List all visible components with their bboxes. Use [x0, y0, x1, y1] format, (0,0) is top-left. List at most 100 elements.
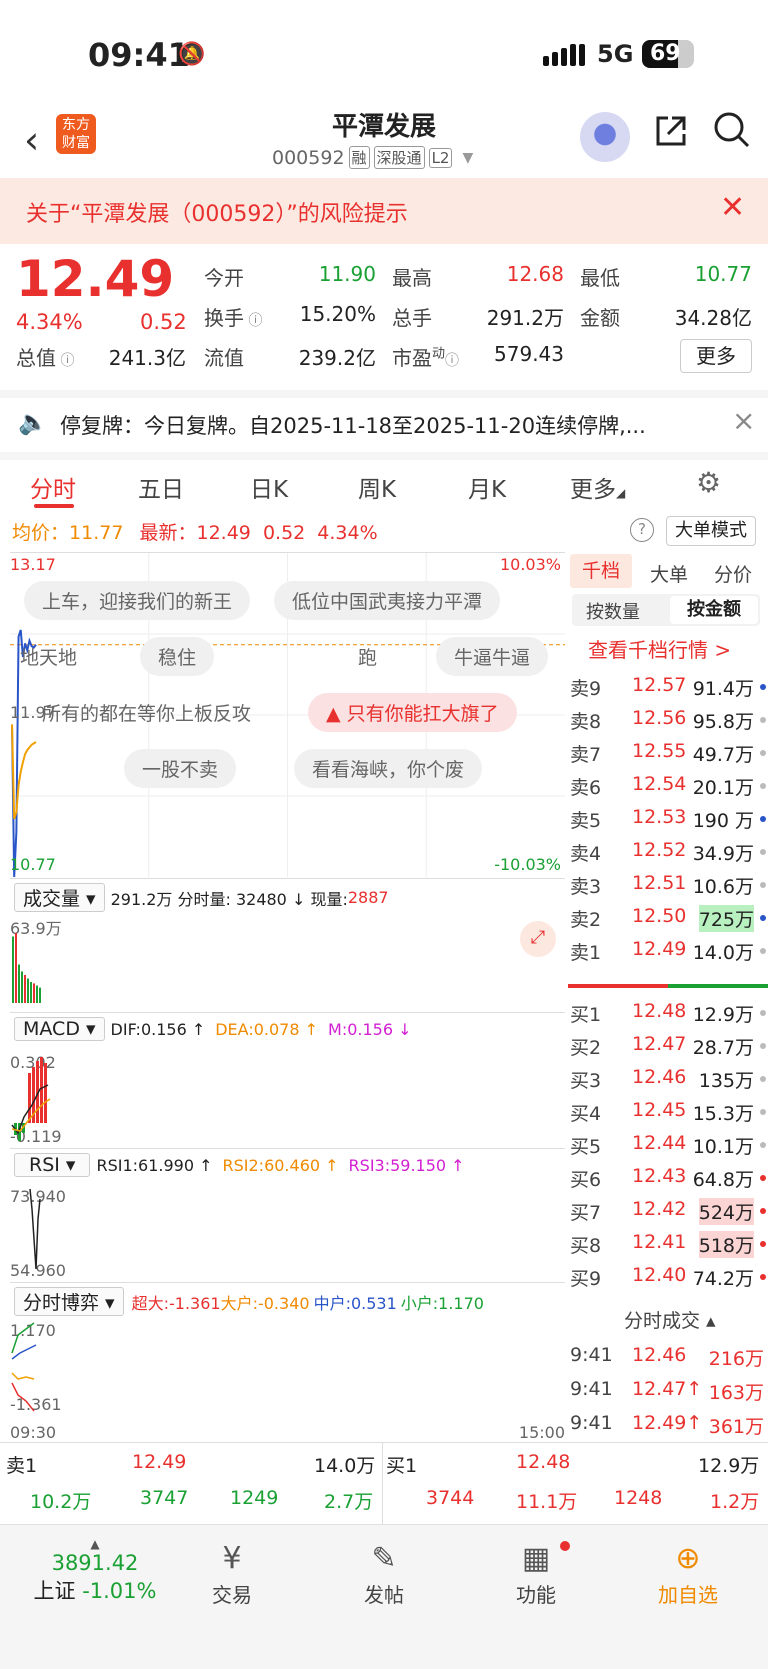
flow-mid: 中户:0.531: [313, 1293, 397, 1313]
ask-row[interactable]: 卖4 12.52 34.9万: [568, 835, 768, 869]
volume-bar: [24, 975, 26, 1003]
tab-monthly-k[interactable]: 月K: [468, 470, 506, 504]
help-icon[interactable]: ?: [630, 518, 654, 542]
ask-row[interactable]: 卖9 12.57 91.4万: [568, 670, 768, 704]
bid-volume: 12.9万: [692, 1004, 754, 1026]
stock-code-row[interactable]: 000592 融 深股通 L2 ▼: [272, 146, 473, 169]
macd-panel: MACD ▾ DIF:0.156 ↑ DEA:0.078 ↑ M:0.156 ↓…: [10, 1012, 565, 1146]
volume-label: 总手: [392, 306, 432, 330]
danmaku-bubble[interactable]: 跑: [340, 637, 395, 676]
sum-stat: 1.2万: [710, 1491, 760, 1513]
tick-time: 9:41: [570, 1412, 613, 1434]
nav-trade[interactable]: ¥ 交易: [172, 1541, 292, 1608]
volume-panel: 成交量 ▾ 291.2万 分时量: 32480 ↓ 现量: 2887 63.9万…: [10, 878, 565, 1006]
book-tab-price[interactable]: 分价: [714, 560, 752, 587]
bid-marker: [760, 1175, 766, 1181]
danmaku-bubble[interactable]: 牛逼牛逼: [436, 637, 549, 676]
volume-bar: [33, 983, 35, 1003]
bid-row[interactable]: 买6 12.43 64.8万: [568, 1161, 768, 1195]
turnover-value: 15.20%: [299, 302, 376, 326]
ask-volume: 20.1万: [692, 777, 754, 799]
notice-text: 停复牌：今日复牌。自2025-11-18至2025-11-20连续停牌,...: [60, 414, 646, 438]
ask-row[interactable]: 卖3 12.51 10.6万: [568, 868, 768, 902]
intraday-price-chart[interactable]: 13.17 10.03% 10.77 -10.03% 11.97 上车，迎接我们…: [10, 552, 565, 877]
book-tab-bigorder[interactable]: 大单: [650, 560, 688, 587]
latest-label: 最新：: [139, 522, 197, 544]
ask-row[interactable]: 卖6 12.54 20.1万: [568, 769, 768, 803]
danmaku-bubble[interactable]: 看看海峡，你个废: [294, 749, 483, 788]
big-order-mode-button[interactable]: 大单模式: [666, 516, 756, 546]
open-label: 今开: [204, 266, 244, 290]
bid-row[interactable]: 买3 12.46 135万: [568, 1062, 768, 1096]
sum-buy1-price: 12.48: [516, 1451, 571, 1473]
rsi-2: RSI2:60.460 ↑: [222, 1155, 339, 1175]
tab-more[interactable]: 更多◢: [570, 470, 625, 504]
tab-weekly-k[interactable]: 周K: [358, 470, 396, 504]
suspension-notice[interactable]: 🔈 停复牌：今日复牌。自2025-11-18至2025-11-20连续停牌,..…: [0, 390, 768, 446]
bid-row[interactable]: 买4 12.45 15.3万: [568, 1095, 768, 1129]
bid-row[interactable]: 买8 12.41 518万: [568, 1227, 768, 1261]
danmaku-bubble[interactable]: 所有的都在等你上板反攻: [24, 693, 269, 732]
bid-row[interactable]: 买9 12.40 74.2万: [568, 1260, 768, 1294]
expand-icon[interactable]: ⤢: [520, 921, 556, 957]
tag-level2: L2: [428, 147, 453, 168]
ask-price: 12.50: [632, 905, 687, 927]
tick-volume: 163万: [708, 1382, 764, 1404]
ask-row[interactable]: 卖8 12.56 95.8万: [568, 703, 768, 737]
chart-top-pct: 10.03%: [499, 555, 561, 574]
ask-row[interactable]: 卖1 12.49 14.0万: [568, 934, 768, 968]
danmaku-bubble[interactable]: 地天地: [2, 637, 95, 676]
close-icon[interactable]: ✕: [720, 190, 745, 225]
book-tab-depth[interactable]: 千档: [570, 554, 632, 588]
share-icon[interactable]: [652, 112, 690, 158]
bid-price: 12.43: [632, 1165, 687, 1187]
danmaku-bubble[interactable]: 一股不卖: [124, 749, 237, 788]
ask-marker: [760, 684, 766, 690]
danmaku-bubble[interactable]: 低位中国武夷接力平潭: [274, 581, 501, 620]
bid-level: 买7: [570, 1202, 602, 1224]
trade-yen-icon: ¥: [222, 1541, 242, 1576]
ask-level: 卖8: [570, 711, 602, 733]
mode-by-count[interactable]: 按数量: [586, 598, 640, 624]
search-icon[interactable]: [712, 110, 752, 158]
bid-price: 12.45: [632, 1099, 687, 1121]
settings-gear-icon[interactable]: ⚙: [696, 466, 721, 499]
bid-row[interactable]: 买1 12.48 12.9万: [568, 996, 768, 1030]
mktcap-value: 241.3亿: [108, 346, 186, 370]
ask-price: 12.51: [632, 872, 687, 894]
nav-functions[interactable]: ▦ 功能: [476, 1541, 596, 1608]
tag-margin: 融: [348, 146, 370, 169]
ask-row[interactable]: 卖5 12.53 190 万: [568, 802, 768, 836]
change-amount: 0.52: [140, 310, 187, 334]
sum-sell1-price: 12.49: [132, 1451, 187, 1473]
ask-row[interactable]: 卖2 12.50 725万: [568, 901, 768, 935]
bid-marker: [760, 1043, 766, 1049]
nav-post[interactable]: ✎ 发帖: [324, 1541, 444, 1608]
pe-label: 市盈动ⓘ: [392, 346, 460, 370]
open-value: 11.90: [318, 262, 376, 286]
ticks-header[interactable]: 分时成交 ▴: [624, 1306, 716, 1333]
tab-intraday[interactable]: 分时: [30, 470, 76, 504]
macd-bars: [11, 1057, 51, 1141]
bid-marker: [760, 1142, 766, 1148]
index-ticker[interactable]: ▲ 3891.42 上证 -1.01%: [20, 1537, 170, 1605]
view-depth-link[interactable]: 查看千档行情 >: [588, 634, 731, 663]
ai-assistant-avatar[interactable]: [580, 112, 630, 162]
ask-row[interactable]: 卖7 12.55 49.7万: [568, 736, 768, 770]
nav-add-watchlist[interactable]: ⊕ 加自选: [628, 1541, 748, 1608]
close-icon[interactable]: ×: [732, 404, 755, 437]
bid-price: 12.46: [632, 1066, 687, 1088]
macd-dif: DIF:0.156 ↑: [110, 1019, 206, 1039]
chart-top-price: 13.17: [10, 555, 56, 574]
tab-five-day[interactable]: 五日: [138, 470, 184, 504]
risk-banner[interactable]: 关于“平潭发展（000592）”的风险提示 ✕: [0, 178, 768, 244]
danmaku-bubble-highlight[interactable]: ▲ 只有你能扛大旗了: [308, 693, 517, 732]
danmaku-bubble[interactable]: 稳住: [140, 637, 215, 676]
tab-daily-k[interactable]: 日K: [250, 470, 288, 504]
bid-row[interactable]: 买5 12.44 10.1万: [568, 1128, 768, 1162]
more-quote-button[interactable]: 更多: [680, 339, 752, 373]
bid-row[interactable]: 买2 12.47 28.7万: [568, 1029, 768, 1063]
bid-row[interactable]: 买7 12.42 524万: [568, 1194, 768, 1228]
mode-by-amount[interactable]: 按金额: [670, 596, 758, 624]
danmaku-bubble[interactable]: 上车，迎接我们的新王: [24, 581, 251, 620]
